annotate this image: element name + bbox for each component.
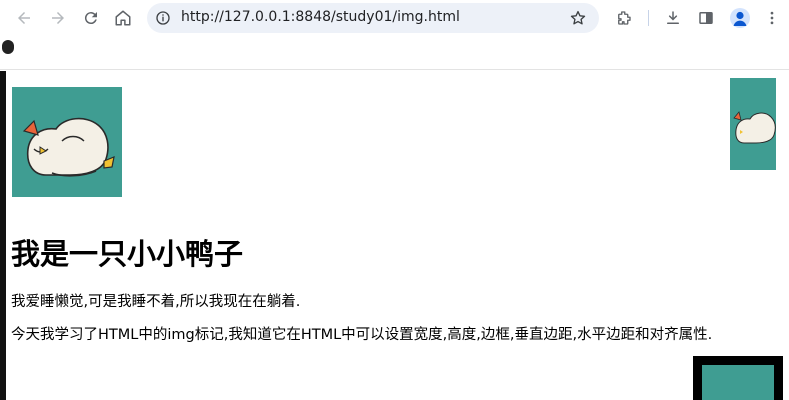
strip-edge-shape xyxy=(2,40,14,54)
site-info-icon[interactable] xyxy=(155,10,171,26)
address-bar[interactable]: http://127.0.0.1:8848/study01/img.html xyxy=(147,3,599,33)
download-icon[interactable] xyxy=(661,6,685,30)
duck-image xyxy=(12,87,122,197)
browser-toolbar: http://127.0.0.1:8848/study01/img.html xyxy=(0,0,789,36)
star-icon[interactable] xyxy=(569,9,587,27)
toolbar-divider xyxy=(648,10,649,26)
bookmarks-strip xyxy=(0,36,789,70)
page-content: 我是一只小小鸭子 我爱睡懒觉,可是我睡不着,所以我现在在躺着. 今天我学习了HT… xyxy=(0,71,789,400)
duck-image-small xyxy=(730,78,776,170)
kebab-menu-icon[interactable] xyxy=(760,6,784,30)
paragraph-2: 今天我学习了HTML中的img标记,我知道它在HTML中可以设置宽度,高度,边框… xyxy=(11,327,713,343)
page-heading: 我是一只小小鸭子 xyxy=(11,237,244,271)
puzzle-icon[interactable] xyxy=(612,6,636,30)
home-icon[interactable] xyxy=(111,6,135,30)
forward-arrow-icon[interactable] xyxy=(46,6,70,30)
profile-avatar-icon[interactable] xyxy=(730,8,750,28)
reload-icon[interactable] xyxy=(79,6,103,30)
back-arrow-icon[interactable] xyxy=(12,6,36,30)
url-text[interactable]: http://127.0.0.1:8848/study01/img.html xyxy=(181,9,460,25)
duck-image-bordered xyxy=(693,356,783,400)
side-panel-icon[interactable] xyxy=(694,6,718,30)
paragraph-1: 我爱睡懒觉,可是我睡不着,所以我现在在躺着. xyxy=(11,294,301,310)
